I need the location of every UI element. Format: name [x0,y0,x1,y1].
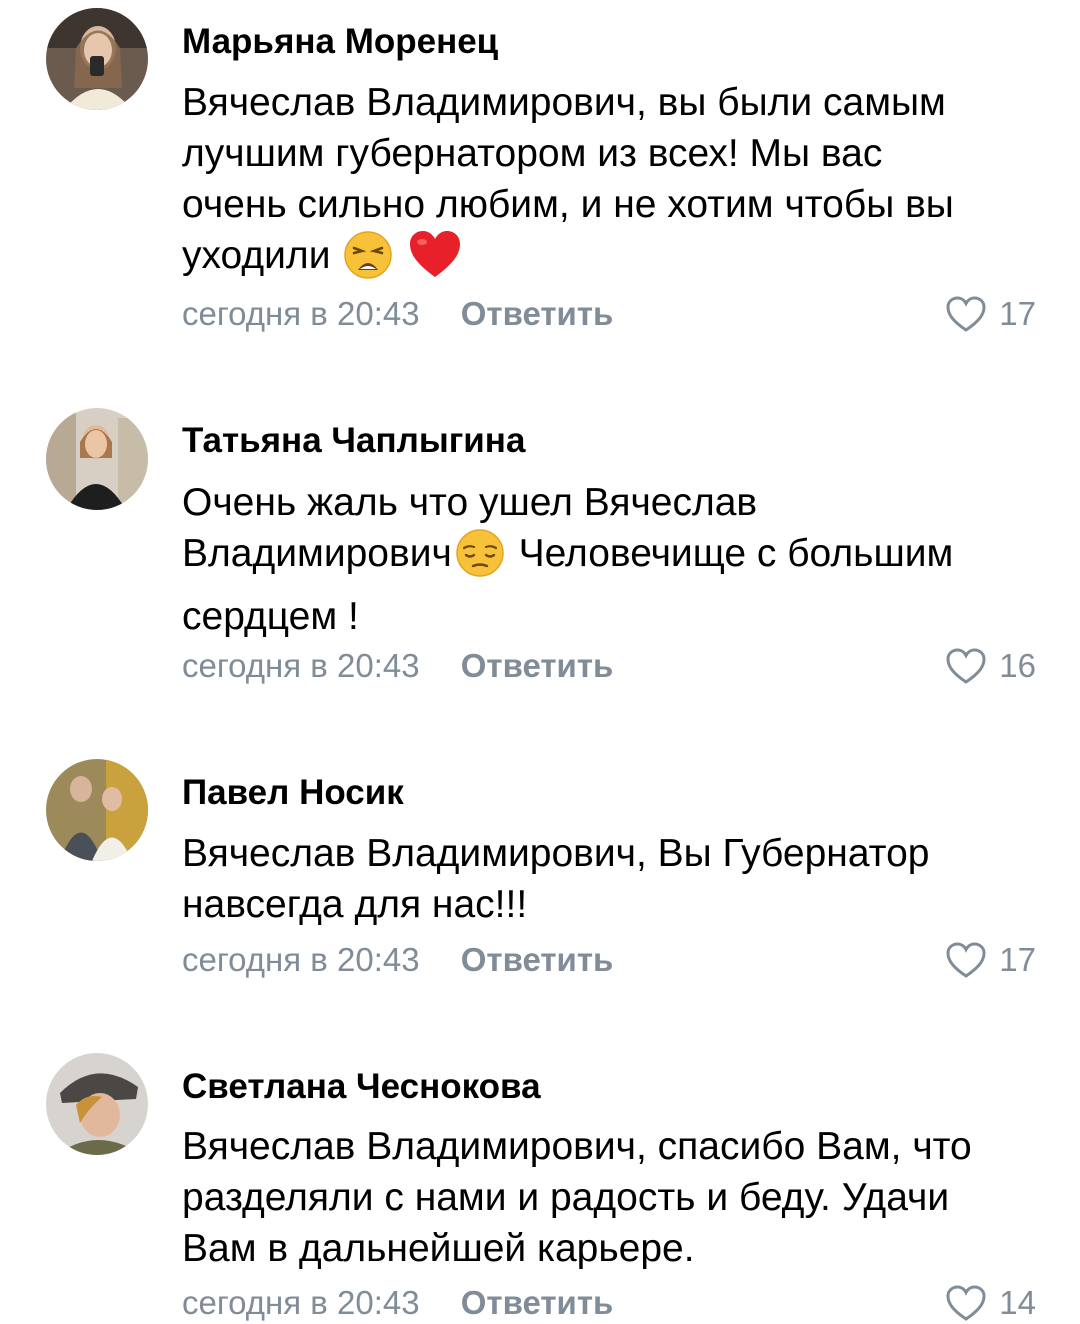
heart-outline-icon [946,1285,986,1321]
comment-text-line: очень сильно любим, и не хотим чтобы вы [182,183,954,226]
comment-text-line: лучшим губернатором из всех! Мы вас [182,132,883,175]
comment-meta: сегодня в 20:43 Ответить [182,1283,613,1323]
comment-text-line: Вам в дальнейшей карьере. [182,1227,695,1270]
red-heart-emoji [408,230,462,293]
comment-meta: сегодня в 20:43 Ответить [182,294,613,334]
like-count: 14 [999,1284,1036,1321]
comment-author[interactable]: Светлана Чеснокова [182,1067,541,1107]
comment-text-line: Вячеслав Владимирович, спасибо Вам, что [182,1125,972,1168]
avatar[interactable] [46,1053,148,1155]
comment-text-line: навсегда для нас!!! [182,883,528,926]
reply-button[interactable]: Ответить [461,1283,614,1323]
comment-text-line: Вячеслав Владимирович, вы были самым [182,81,946,124]
comment-time: сегодня в 20:43 [182,941,420,978]
comment-time: сегодня в 20:43 [182,295,420,332]
avatar[interactable] [46,408,148,510]
reply-button[interactable]: Ответить [461,940,614,980]
comment-text-line: разделяли с нами и радость и беду. Удачи [182,1176,950,1219]
comment-text: Очень жаль что ушел Вячеслав Владимирови… [182,477,1042,642]
heart-outline-icon [946,296,986,332]
comment-meta: сегодня в 20:43 Ответить [182,646,613,686]
comment-time: сегодня в 20:43 [182,1284,420,1321]
like-count: 16 [999,647,1036,684]
comment-text-line: Очень жаль что ушел Вячеслав [182,481,758,524]
comment-text-line: уходили [182,230,1042,293]
reply-button[interactable]: Ответить [461,294,614,334]
avatar[interactable] [46,8,148,110]
comment-author[interactable]: Татьяна Чаплыгина [182,421,525,461]
like-count: 17 [999,295,1036,332]
avatar[interactable] [46,759,148,861]
pensive-face-emoji [454,528,506,591]
reply-button[interactable]: Ответить [461,646,614,686]
comment-text-fragment: Человечище с большим [507,532,954,575]
comment-text-fragment: уходили [182,234,331,277]
like-button[interactable]: 17 [945,940,1036,980]
comment-text-line: Владимирович Человечище с большим [182,528,1042,591]
like-button[interactable]: 16 [945,646,1036,686]
like-button[interactable]: 14 [945,1283,1036,1323]
comment-time: сегодня в 20:43 [182,647,420,684]
comment-meta: сегодня в 20:43 Ответить [182,940,613,980]
heart-outline-icon [946,648,986,684]
heart-outline-icon [946,942,986,978]
weary-face-emoji [343,230,393,293]
like-count: 17 [999,941,1036,978]
comment-author[interactable]: Павел Носик [182,773,404,813]
comment-text-line: сердцем ! [182,595,359,638]
comment-text: Вячеслав Владимирович, Вы Губернатор нав… [182,828,1042,930]
comment-text: Вячеслав Владимирович, вы были самым луч… [182,77,1042,293]
comment-text: Вячеслав Владимирович, спасибо Вам, что … [182,1121,1042,1274]
comment-text-line: Вячеслав Владимирович, Вы Губернатор [182,832,930,875]
comment-text-fragment: Владимирович [182,532,452,575]
like-button[interactable]: 17 [945,294,1036,334]
comment-author[interactable]: Марьяна Моренец [182,22,498,62]
